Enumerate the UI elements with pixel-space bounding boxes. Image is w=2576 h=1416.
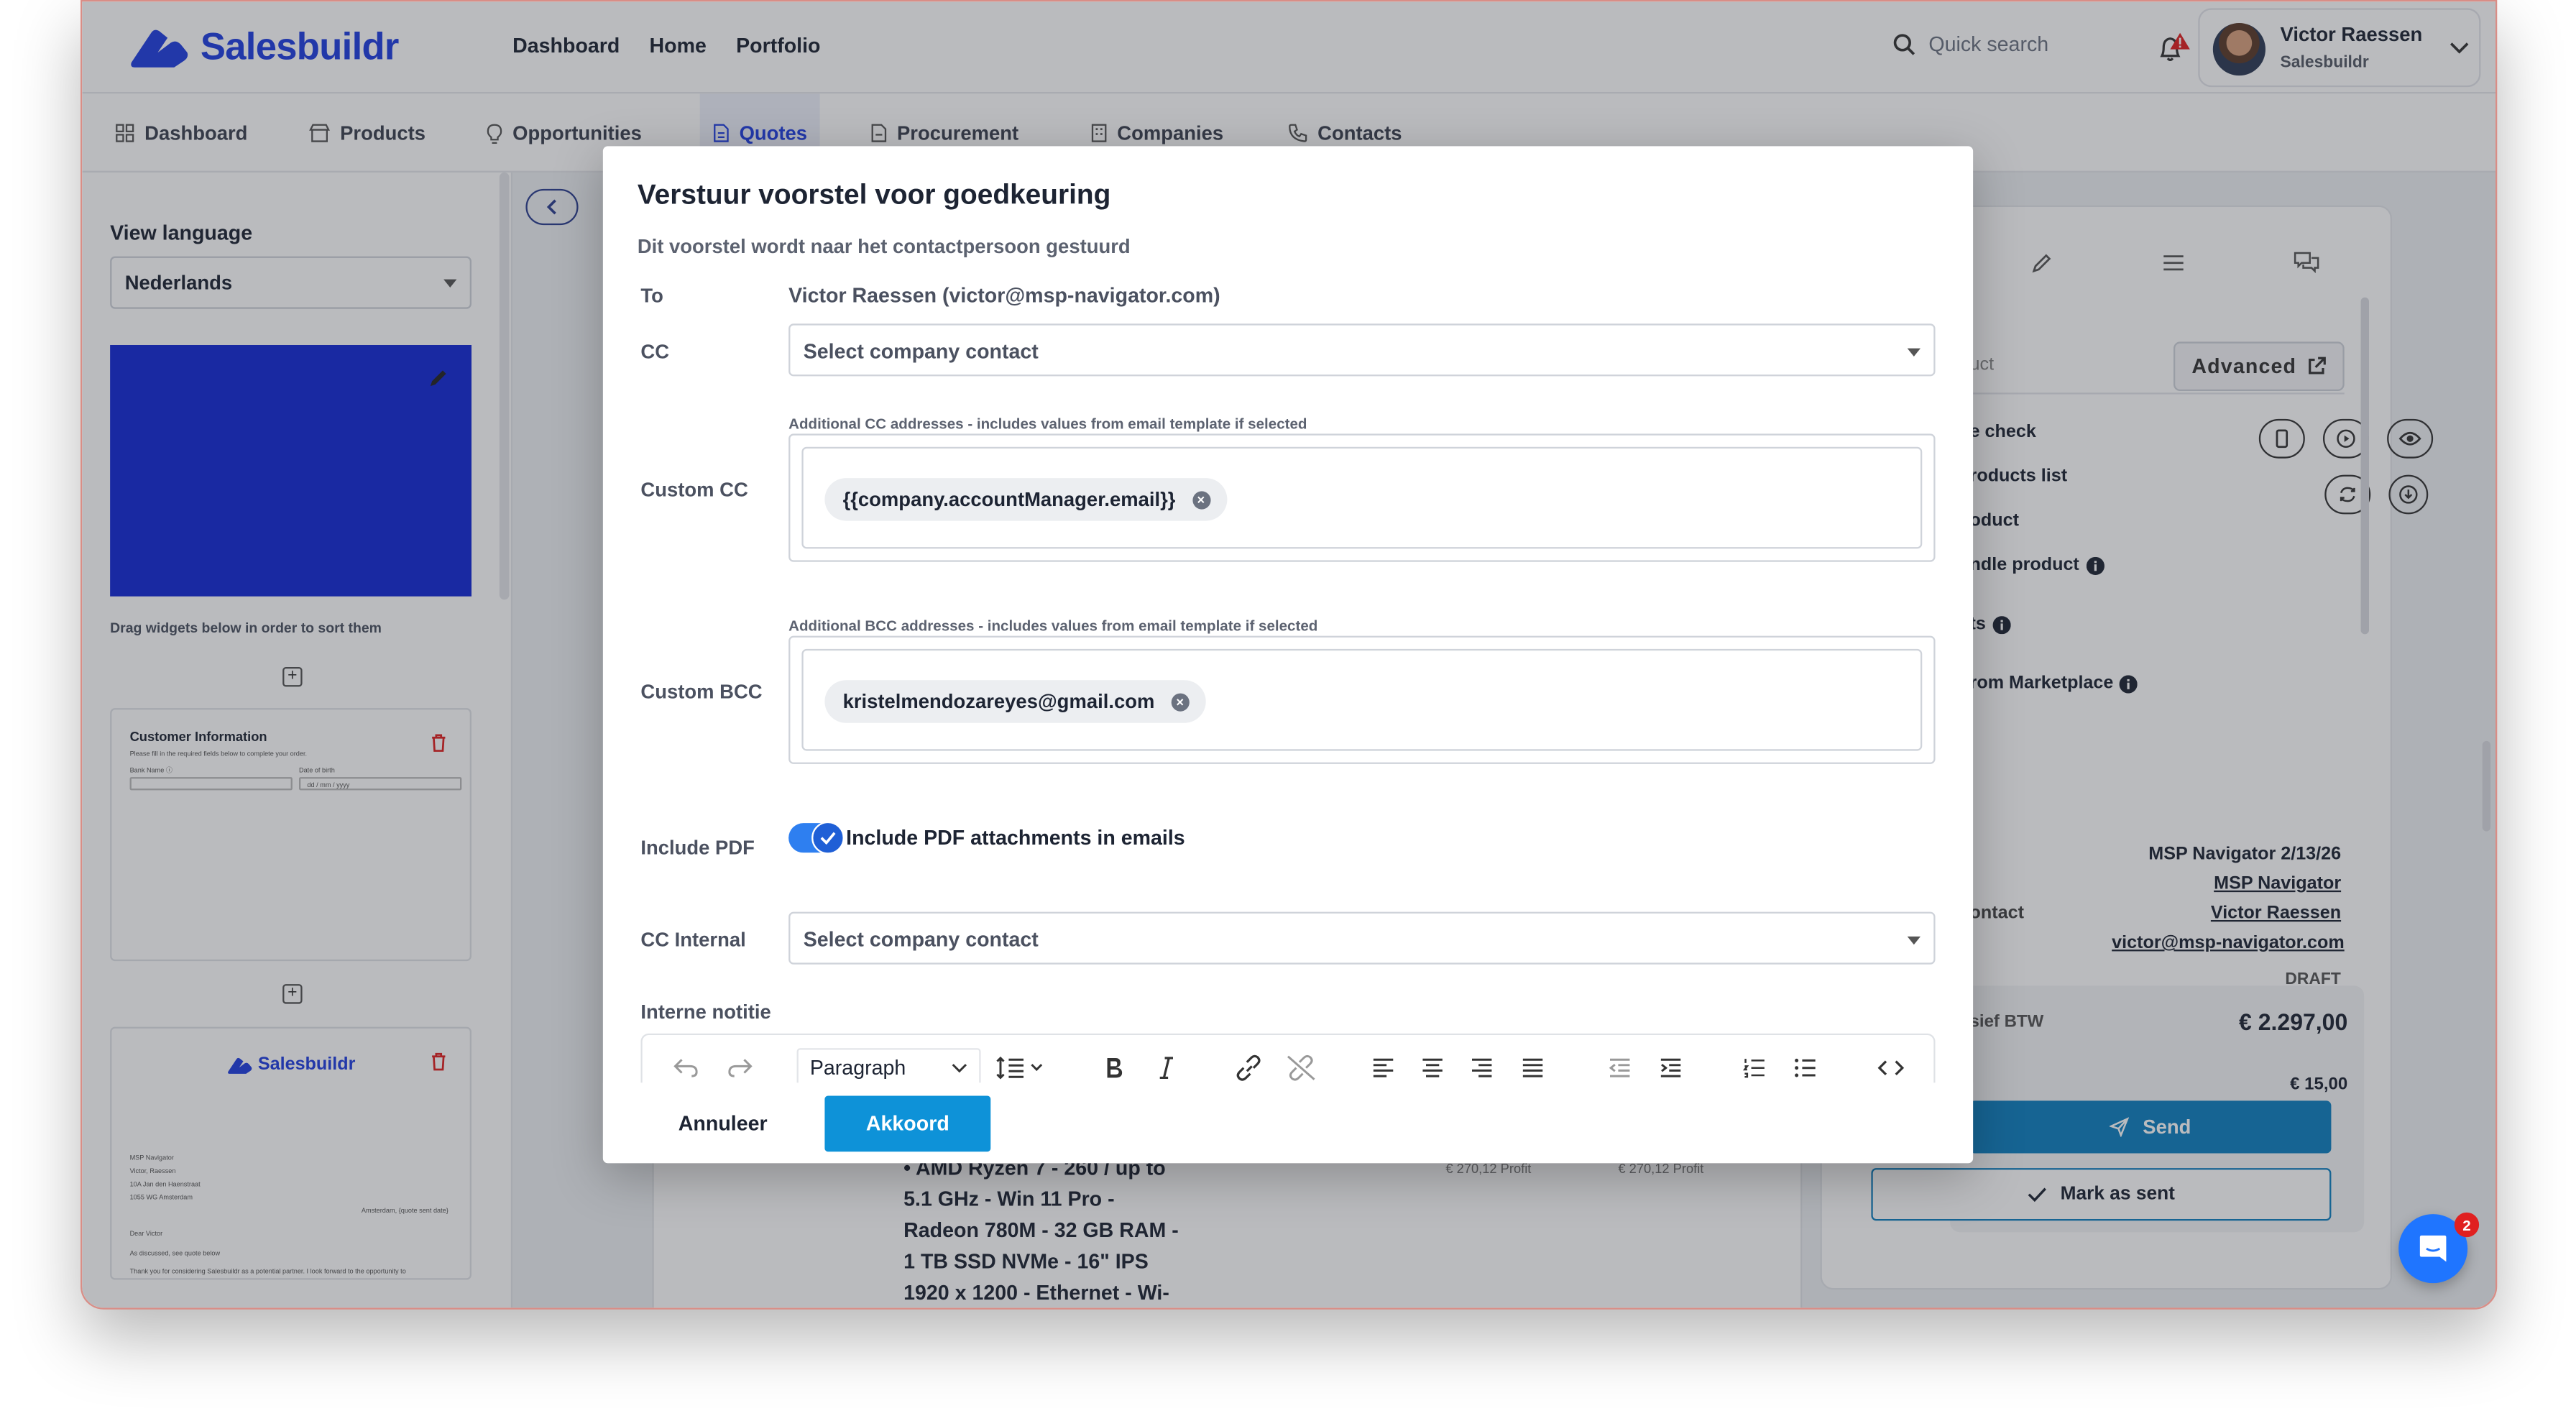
- numbered-list-button[interactable]: [1740, 1052, 1770, 1085]
- bold-icon: [1107, 1057, 1123, 1078]
- align-center-icon: [1422, 1058, 1443, 1077]
- outdent-button[interactable]: [1605, 1052, 1634, 1085]
- custom-cc-label: Custom CC: [640, 478, 748, 502]
- remove-tag-icon[interactable]: ×: [1171, 692, 1190, 711]
- link-button[interactable]: [1230, 1052, 1266, 1085]
- cc-placeholder: Select company contact: [803, 340, 1039, 364]
- custom-bcc-tag: kristelmendozareyes@gmail.com ×: [824, 680, 1206, 723]
- note-label: Interne notitie: [640, 1000, 771, 1024]
- chat-bubble-icon: [2419, 1235, 2447, 1262]
- align-right-icon: [1471, 1058, 1492, 1077]
- chat-unread-badge: 2: [2454, 1212, 2480, 1238]
- line-height-button[interactable]: [994, 1052, 1046, 1085]
- italic-button[interactable]: [1151, 1052, 1181, 1085]
- redo-button[interactable]: [721, 1052, 757, 1085]
- cc-internal-select[interactable]: Select company contact: [788, 911, 1936, 965]
- custom-cc-tag-text: {{company.accountManager.email}}: [842, 487, 1176, 511]
- undo-button[interactable]: [668, 1052, 704, 1085]
- custom-cc-input[interactable]: {{company.accountManager.email}} ×: [801, 446, 1923, 549]
- dialog-subtitle: Dit voorstel wordt naar het contactperso…: [637, 234, 1131, 258]
- dialog-footer: Annuleer Akkoord: [602, 1082, 1974, 1164]
- cc-internal-placeholder: Select company contact: [803, 928, 1039, 952]
- dialog-title: Verstuur voorstel voor goedkeuring: [637, 179, 1111, 211]
- caret-down-icon: [1907, 936, 1920, 945]
- align-left-icon: [1373, 1058, 1394, 1077]
- remove-tag-icon[interactable]: ×: [1192, 490, 1210, 509]
- italic-icon: [1159, 1057, 1173, 1080]
- cc-select[interactable]: Select company contact: [788, 323, 1936, 377]
- indent-icon: [1660, 1058, 1681, 1077]
- line-height-icon: [996, 1056, 1043, 1080]
- custom-cc-tag: {{company.accountManager.email}} ×: [824, 478, 1227, 521]
- include-pdf-toggle[interactable]: [788, 821, 845, 855]
- confirm-button[interactable]: Akkoord: [824, 1095, 991, 1152]
- align-right-button[interactable]: [1467, 1052, 1496, 1085]
- approval-dialog: Verstuur voorstel voor goedkeuring Dit v…: [602, 146, 1974, 1164]
- align-center-button[interactable]: [1418, 1052, 1448, 1085]
- include-pdf-text: Include PDF attachments in emails: [846, 826, 1185, 850]
- code-view-button[interactable]: [1874, 1052, 1908, 1085]
- custom-bcc-field: kristelmendozareyes@gmail.com ×: [788, 635, 1936, 764]
- bullet-list-icon: [1795, 1058, 1816, 1077]
- toggle-knob: [811, 821, 845, 855]
- to-label: To: [640, 284, 663, 308]
- bullet-list-button[interactable]: [1790, 1052, 1820, 1085]
- custom-bcc-tag-text: kristelmendozareyes@gmail.com: [842, 689, 1155, 713]
- unlink-icon: [1287, 1054, 1315, 1081]
- custom-bcc-label: Custom BCC: [640, 680, 763, 704]
- numbered-list-icon: [1743, 1059, 1765, 1078]
- indent-button[interactable]: [1656, 1052, 1685, 1085]
- custom-cc-field: {{company.accountManager.email}} ×: [788, 433, 1936, 562]
- include-pdf-label: Include PDF: [640, 836, 755, 860]
- bold-button[interactable]: [1099, 1052, 1128, 1085]
- caret-down-icon: [1907, 348, 1920, 357]
- paragraph-value: Paragraph: [809, 1056, 906, 1080]
- undo-icon: [673, 1059, 698, 1077]
- bcc-hint: Additional BCC addresses - includes valu…: [788, 617, 1318, 635]
- align-left-button[interactable]: [1368, 1052, 1398, 1085]
- code-icon: [1877, 1060, 1905, 1075]
- unlink-button[interactable]: [1283, 1052, 1319, 1085]
- to-value: Victor Raessen (victor@msp-navigator.com…: [788, 284, 1220, 308]
- chevron-down-icon: [952, 1064, 967, 1073]
- link-icon: [1236, 1054, 1261, 1081]
- align-justify-icon: [1522, 1058, 1543, 1077]
- align-justify-button[interactable]: [1518, 1052, 1547, 1085]
- cc-internal-label: CC Internal: [640, 928, 746, 952]
- cc-hint: Additional CC addresses - includes value…: [788, 415, 1307, 433]
- redo-icon: [728, 1059, 753, 1077]
- check-icon: [820, 832, 836, 845]
- custom-bcc-input[interactable]: kristelmendozareyes@gmail.com ×: [801, 648, 1923, 751]
- paragraph-select[interactable]: Paragraph: [796, 1048, 981, 1088]
- outdent-icon: [1609, 1058, 1630, 1077]
- cc-label: CC: [640, 340, 670, 364]
- cancel-button[interactable]: Annuleer: [640, 1096, 805, 1152]
